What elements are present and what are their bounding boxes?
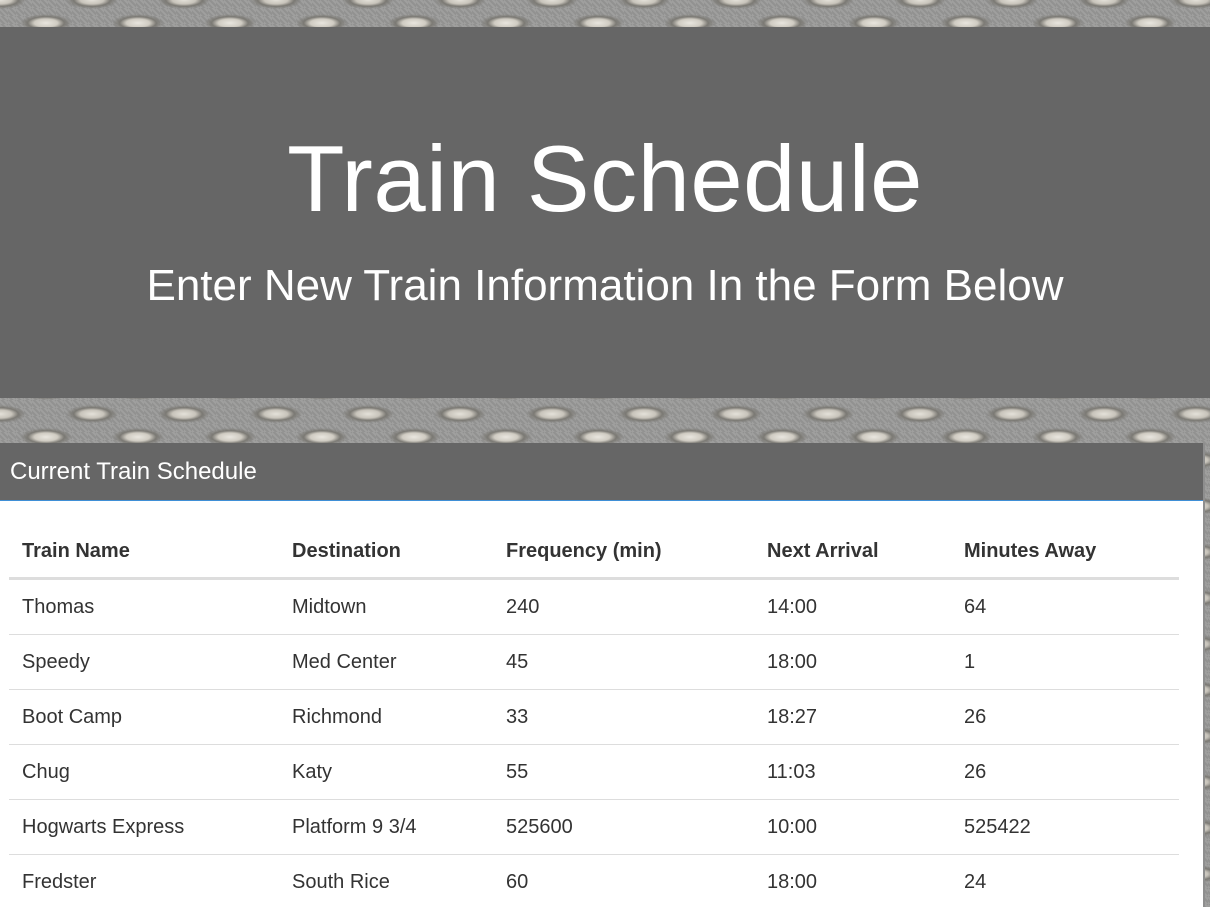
schedule-table: Train Name Destination Frequency (min) N… <box>9 525 1179 907</box>
column-header-next-arrival: Next Arrival <box>754 525 951 580</box>
cell-frequency: 60 <box>493 854 754 907</box>
cell-train-name: Boot Camp <box>9 689 279 745</box>
table-row: Hogwarts Express Platform 9 3/4 525600 1… <box>9 799 1179 855</box>
column-header-train-name: Train Name <box>9 525 279 580</box>
table-header-row: Train Name Destination Frequency (min) N… <box>9 525 1179 580</box>
cell-train-name: Chug <box>9 744 279 800</box>
cell-minutes-away: 525422 <box>951 799 1179 855</box>
page-subtitle: Enter New Train Information In the Form … <box>146 261 1064 310</box>
table-row: Boot Camp Richmond 33 18:27 26 <box>9 689 1179 745</box>
schedule-panel-title: Current Train Schedule <box>0 443 1203 501</box>
schedule-panel: Current Train Schedule Train Name Destin… <box>0 443 1205 907</box>
cell-destination: Midtown <box>279 578 493 635</box>
cell-train-name: Speedy <box>9 634 279 690</box>
column-header-minutes-away: Minutes Away <box>951 525 1179 580</box>
cell-destination: Platform 9 3/4 <box>279 799 493 855</box>
cell-minutes-away: 1 <box>951 634 1179 690</box>
cell-train-name: Fredster <box>9 854 279 907</box>
table-row: Thomas Midtown 240 14:00 64 <box>9 578 1179 635</box>
cell-frequency: 525600 <box>493 799 754 855</box>
cell-minutes-away: 24 <box>951 854 1179 907</box>
cell-frequency: 240 <box>493 578 754 635</box>
column-header-destination: Destination <box>279 525 493 580</box>
table-row: Chug Katy 55 11:03 26 <box>9 744 1179 800</box>
cell-destination: Katy <box>279 744 493 800</box>
cell-next-arrival: 14:00 <box>754 578 951 635</box>
cell-frequency: 45 <box>493 634 754 690</box>
cell-minutes-away: 64 <box>951 578 1179 635</box>
cell-destination: Richmond <box>279 689 493 745</box>
cell-next-arrival: 18:00 <box>754 634 951 690</box>
cell-frequency: 33 <box>493 689 754 745</box>
cell-destination: Med Center <box>279 634 493 690</box>
cell-next-arrival: 11:03 <box>754 744 951 800</box>
cell-minutes-away: 26 <box>951 744 1179 800</box>
page-title: Train Schedule <box>287 126 923 231</box>
schedule-panel-body: Train Name Destination Frequency (min) N… <box>0 501 1203 907</box>
header-jumbotron: Train Schedule Enter New Train Informati… <box>0 27 1210 398</box>
cell-next-arrival: 10:00 <box>754 799 951 855</box>
column-header-frequency: Frequency (min) <box>493 525 754 580</box>
cell-minutes-away: 26 <box>951 689 1179 745</box>
cell-destination: South Rice <box>279 854 493 907</box>
cell-next-arrival: 18:00 <box>754 854 951 907</box>
cell-train-name: Hogwarts Express <box>9 799 279 855</box>
table-row: Speedy Med Center 45 18:00 1 <box>9 634 1179 690</box>
table-row: Fredster South Rice 60 18:00 24 <box>9 854 1179 907</box>
cell-frequency: 55 <box>493 744 754 800</box>
cell-train-name: Thomas <box>9 578 279 635</box>
cell-next-arrival: 18:27 <box>754 689 951 745</box>
